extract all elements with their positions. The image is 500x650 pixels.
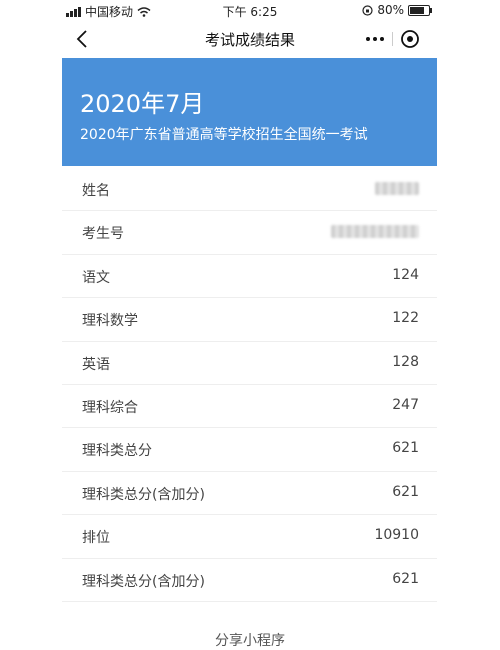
battery-fill [410,6,425,14]
row-value: 621 [392,483,419,500]
score-list: 姓名 考生号 语文 124 理科数学 122 英语 128 理科综合 247 理… [62,168,437,602]
row-value: 621 [392,440,419,457]
rotation-lock-icon [362,4,373,16]
battery-icon [408,4,432,16]
row-exam-number: 考生号 [62,211,437,255]
row-chinese: 语文 124 [62,255,437,299]
status-right: 80% [362,3,432,17]
row-label: 理科综合 [82,399,138,416]
redacted-name [375,182,419,195]
row-value: 128 [392,353,419,370]
nav-divider [392,32,393,46]
row-math: 理科数学 122 [62,298,437,342]
battery-percent: 80% [377,3,404,17]
row-science: 理科综合 247 [62,385,437,429]
row-label: 理科类总分(含加分) [82,486,205,503]
row-label: 英语 [82,356,110,373]
row-total-bonus-2: 理科类总分(含加分) 621 [62,559,437,602]
row-label: 理科类总分(含加分) [82,573,205,590]
row-label: 理科类总分 [82,443,152,460]
row-total-bonus: 理科类总分(含加分) 621 [62,472,437,516]
row-label: 理科数学 [82,313,138,330]
row-total: 理科类总分 621 [62,428,437,472]
row-value: 122 [392,310,419,327]
banner-date: 2020年7月 [80,90,205,118]
more-icon[interactable] [364,30,386,48]
exam-banner: 2020年7月 2020年广东省普通高等学校招生全国统一考试 [62,58,437,166]
banner-subtitle: 2020年广东省普通高等学校招生全国统一考试 [80,127,368,143]
share-miniprogram-link[interactable]: 分享小程序 [0,630,500,650]
row-value: 621 [392,570,419,587]
row-value: 10910 [374,527,419,544]
row-value: 124 [392,266,419,283]
row-label: 姓名 [82,183,110,199]
row-english: 英语 128 [62,342,437,385]
row-label: 考生号 [82,226,124,243]
row-name: 姓名 [62,168,437,212]
status-bar: 中国移动 下午 6:25 80% [0,0,500,22]
close-icon[interactable] [400,29,420,49]
nav-bar: 考试成绩结果 [0,22,500,56]
page-title: 考试成绩结果 [204,31,295,49]
row-label: 语文 [82,269,110,286]
row-rank: 排位 10910 [62,515,437,559]
redacted-exam-number [331,225,419,239]
row-label: 排位 [82,530,110,547]
row-value: 247 [392,396,419,413]
